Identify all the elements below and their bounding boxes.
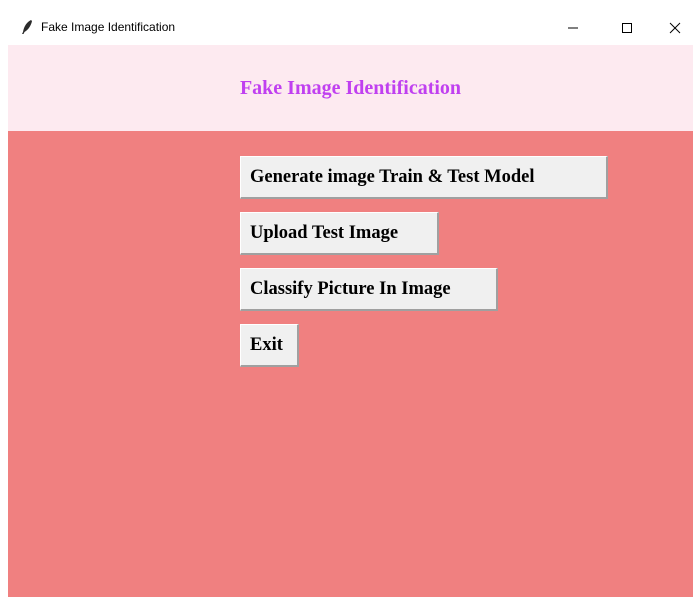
upload-test-image-button[interactable]: Upload Test Image (240, 212, 439, 255)
exit-button[interactable]: Exit (240, 324, 299, 367)
title-bar[interactable]: Fake Image Identification (8, 10, 693, 45)
page-title: Fake Image Identification (239, 77, 462, 99)
minimize-icon (567, 22, 579, 34)
maximize-button[interactable] (604, 10, 650, 45)
generate-model-button[interactable]: Generate image Train & Test Model (240, 156, 608, 199)
classify-picture-button[interactable]: Classify Picture In Image (240, 268, 498, 311)
header-banner: Fake Image Identification (8, 45, 693, 131)
minimize-button[interactable] (550, 10, 596, 45)
window-title: Fake Image Identification (41, 20, 176, 34)
close-button[interactable] (652, 10, 693, 45)
maximize-icon (621, 22, 633, 34)
app-window: Fake Image Identification Fake Image Ide… (8, 10, 693, 597)
feather-icon (20, 19, 34, 35)
close-icon (669, 22, 681, 34)
